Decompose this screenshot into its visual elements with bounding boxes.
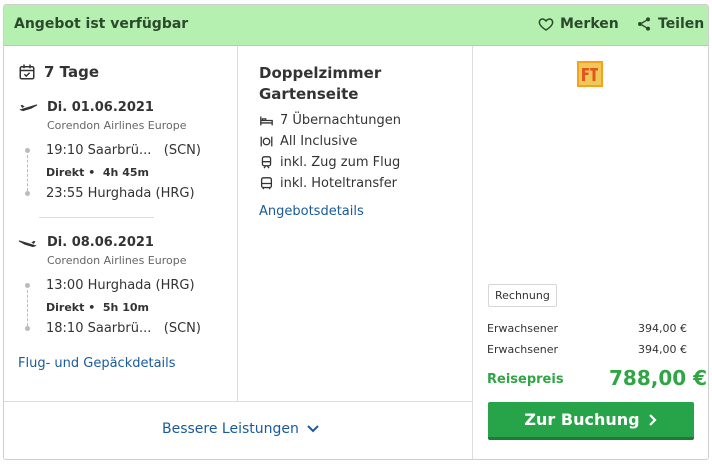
feature-label: inkl. Zug zum Flug (280, 155, 401, 170)
share-icon (638, 17, 650, 31)
feature-nights: 7 Übernachtungen (260, 113, 401, 128)
column-divider (472, 46, 473, 459)
save-label: Merken (560, 16, 619, 32)
better-services-label: Bessere Leistungen (162, 421, 299, 437)
outbound-airline: Corendon Airlines Europe (47, 119, 187, 132)
train-icon (261, 156, 272, 169)
plane-return-icon (18, 240, 37, 248)
total-price: 788,00 € (609, 366, 708, 390)
outbound-departure-time: 19:10 Saarbrü... (46, 143, 152, 158)
offer-details-link[interactable]: Angebotsdetails (259, 204, 364, 219)
inbound-arrival-time: 18:10 Saarbrü... (46, 321, 152, 336)
feature-label: 7 Übernachtungen (280, 113, 401, 128)
book-button-label: Zur Buchung (524, 410, 640, 429)
price-row-value: 394,00 € (638, 322, 687, 335)
inbound-arrival-code: (SCN) (163, 321, 201, 336)
trip-duration: 7 Tage (18, 63, 99, 81)
outbound-arrival: 23:55 Hurghada (HRG) (46, 186, 195, 201)
timeline-dot (25, 191, 30, 196)
total-price-label: Reisepreis (487, 372, 564, 387)
price-row-value: 394,00 € (638, 343, 687, 356)
invoice-badge: Rechnung (488, 284, 557, 307)
footer-divider (4, 401, 472, 402)
save-button[interactable]: Merken (538, 16, 619, 32)
outbound-direct-label: Direkt (46, 166, 85, 179)
availability-title: Angebot ist verfügbar (14, 16, 189, 32)
chevron-down-icon (307, 425, 319, 433)
trip-duration-label: 7 Tage (44, 63, 99, 81)
offer-header: Angebot ist verfügbar Merken Teilen (4, 5, 708, 46)
offer-card: Angebot ist verfügbar Merken Teilen 7 Ta… (3, 4, 709, 460)
bed-icon (260, 116, 273, 126)
feature-label: inkl. Hoteltransfer (280, 176, 398, 191)
meal-icon (260, 136, 273, 147)
column-divider (237, 46, 238, 401)
room-title: Doppelzimmer Gartenseite (259, 64, 382, 103)
chevron-right-icon (648, 413, 657, 426)
inbound-direct-label: Direkt (46, 301, 85, 314)
inbound-flight-info: Direkt • 5h 10m (46, 301, 149, 314)
price-row-label: Erwachsener (487, 322, 558, 335)
feature-board: All Inclusive (260, 134, 357, 149)
price-row-label: Erwachsener (487, 343, 558, 356)
timeline-line (27, 290, 28, 326)
inbound-departure: 13:00 Hurghada (HRG) (46, 278, 195, 293)
outbound-departure-code: (SCN) (163, 143, 201, 158)
inbound-arrival: 18:10 Saarbrü... (SCN) (46, 321, 201, 336)
book-button[interactable]: Zur Buchung (488, 402, 694, 440)
outbound-flight-duration: 4h 45m (102, 166, 149, 179)
bus-icon (260, 177, 273, 190)
better-services-toggle[interactable]: Bessere Leistungen (162, 421, 319, 437)
inbound-airline: Corendon Airlines Europe (47, 254, 187, 267)
heart-icon (538, 18, 554, 31)
timeline-line (27, 155, 28, 191)
share-label: Teilen (658, 16, 705, 32)
timeline-dot (25, 148, 30, 153)
tour-operator-logo (577, 61, 603, 87)
flight-details-link[interactable]: Flug- und Gepäckdetails (18, 356, 176, 371)
feature-transfer: inkl. Hoteltransfer (260, 176, 397, 191)
flight-separator (39, 217, 154, 218)
inbound-flight-duration: 5h 10m (102, 301, 149, 314)
inbound-date: Di. 08.06.2021 (47, 235, 154, 250)
feature-train: inkl. Zug zum Flug (260, 155, 400, 170)
outbound-flight-info: Direkt • 4h 45m (46, 166, 149, 179)
outbound-departure: 19:10 Saarbrü... (SCN) (46, 143, 201, 158)
timeline-dot (25, 326, 30, 331)
outbound-date: Di. 01.06.2021 (47, 100, 154, 115)
timeline-dot (25, 283, 30, 288)
feature-label: All Inclusive (280, 134, 358, 149)
share-button[interactable]: Teilen (636, 16, 704, 32)
plane-departure-icon (19, 104, 38, 112)
calendar-icon (19, 64, 35, 80)
